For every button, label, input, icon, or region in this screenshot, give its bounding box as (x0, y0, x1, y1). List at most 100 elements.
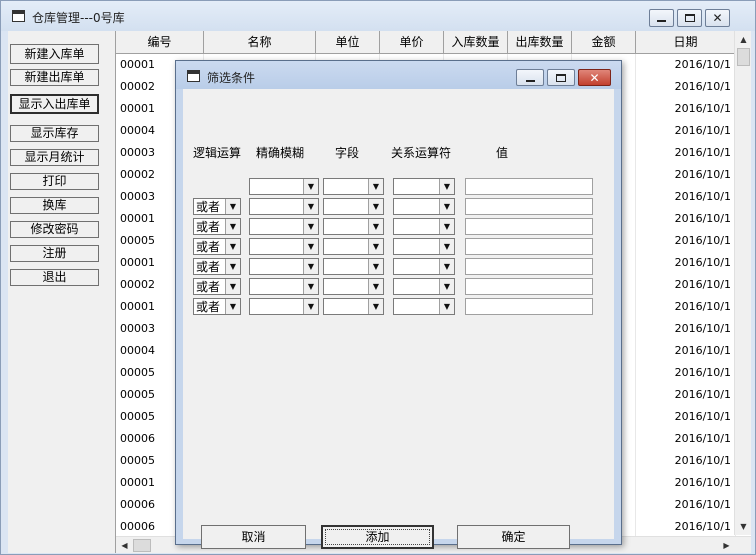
cancel-button[interactable]: 取消 (201, 525, 306, 549)
cell-date[interactable]: 2016/10/1 (636, 340, 736, 362)
cell-date[interactable]: 2016/10/1 (636, 494, 736, 516)
match-mode-select[interactable]: ▼ (249, 258, 319, 275)
chevron-down-icon[interactable]: ▼ (225, 279, 240, 294)
chevron-down-icon[interactable]: ▼ (368, 259, 383, 274)
field-select[interactable]: ▼ (323, 218, 384, 235)
logic-operator-select[interactable]: 或者 ▼ (193, 258, 241, 275)
field-select[interactable]: ▼ (323, 298, 384, 315)
vertical-scrollbar[interactable]: ▲ ▼ (734, 31, 751, 535)
print-button[interactable]: 打印 (10, 173, 99, 190)
value-input[interactable] (465, 178, 593, 195)
horizontal-scroll-thumb[interactable] (133, 539, 151, 552)
chevron-down-icon[interactable]: ▼ (303, 219, 318, 234)
scroll-right-icon[interactable]: ▶ (718, 537, 735, 553)
change-password-button[interactable]: 修改密码 (10, 221, 99, 238)
show-stock-button[interactable]: 显示库存 (10, 125, 99, 142)
value-input[interactable] (465, 238, 593, 255)
chevron-down-icon[interactable]: ▼ (439, 199, 454, 214)
dialog-minimize-button[interactable] (516, 69, 544, 86)
cell-date[interactable]: 2016/10/1 (636, 230, 736, 252)
chevron-down-icon[interactable]: ▼ (225, 219, 240, 234)
logic-operator-select[interactable]: 或者 ▼ (193, 278, 241, 295)
cell-date[interactable]: 2016/10/1 (636, 384, 736, 406)
field-select[interactable]: ▼ (323, 238, 384, 255)
chevron-down-icon[interactable]: ▼ (225, 299, 240, 314)
cell-date[interactable]: 2016/10/1 (636, 318, 736, 340)
match-mode-select[interactable]: ▼ (249, 298, 319, 315)
scroll-up-icon[interactable]: ▲ (735, 31, 751, 48)
chevron-down-icon[interactable]: ▼ (368, 199, 383, 214)
cell-date[interactable]: 2016/10/1 (636, 450, 736, 472)
cell-date[interactable]: 2016/10/1 (636, 208, 736, 230)
logic-operator-select[interactable]: 或者 ▼ (193, 238, 241, 255)
cell-date[interactable]: 2016/10/1 (636, 98, 736, 120)
chevron-down-icon[interactable]: ▼ (368, 179, 383, 194)
chevron-down-icon[interactable]: ▼ (225, 239, 240, 254)
logic-operator-select[interactable]: 或者 ▼ (193, 218, 241, 235)
cell-date[interactable]: 2016/10/1 (636, 120, 736, 142)
cell-date[interactable]: 2016/10/1 (636, 76, 736, 98)
chevron-down-icon[interactable]: ▼ (303, 239, 318, 254)
column-header-in-qty[interactable]: 入库数量 (444, 31, 508, 54)
chevron-down-icon[interactable]: ▼ (225, 199, 240, 214)
register-button[interactable]: 注册 (10, 245, 99, 262)
value-input[interactable] (465, 198, 593, 215)
cell-date[interactable]: 2016/10/1 (636, 142, 736, 164)
monthly-stats-button[interactable]: 显示月统计 (10, 149, 99, 166)
relation-operator-select[interactable]: ▼ (393, 298, 455, 315)
chevron-down-icon[interactable]: ▼ (368, 239, 383, 254)
chevron-down-icon[interactable]: ▼ (439, 239, 454, 254)
vertical-scroll-thumb[interactable] (737, 48, 750, 66)
maximize-button[interactable] (677, 9, 702, 27)
chevron-down-icon[interactable]: ▼ (439, 179, 454, 194)
ok-button[interactable]: 确定 (457, 525, 570, 549)
column-header-date[interactable]: 日期 (636, 31, 736, 54)
logic-operator-select[interactable]: 或者 ▼ (193, 198, 241, 215)
field-select[interactable]: ▼ (323, 278, 384, 295)
dialog-maximize-button[interactable] (547, 69, 575, 86)
chevron-down-icon[interactable]: ▼ (368, 279, 383, 294)
match-mode-select[interactable]: ▼ (249, 218, 319, 235)
chevron-down-icon[interactable]: ▼ (439, 279, 454, 294)
chevron-down-icon[interactable]: ▼ (225, 259, 240, 274)
value-input[interactable] (465, 298, 593, 315)
cell-date[interactable]: 2016/10/1 (636, 296, 736, 318)
scroll-down-icon[interactable]: ▼ (735, 518, 751, 535)
chevron-down-icon[interactable]: ▼ (439, 259, 454, 274)
chevron-down-icon[interactable]: ▼ (303, 199, 318, 214)
scroll-left-icon[interactable]: ◀ (116, 537, 133, 553)
add-button[interactable]: 添加 (321, 525, 434, 549)
chevron-down-icon[interactable]: ▼ (368, 299, 383, 314)
cell-date[interactable]: 2016/10/1 (636, 516, 736, 538)
column-header-amount[interactable]: 金额 (572, 31, 636, 54)
logic-operator-select[interactable]: 或者 ▼ (193, 298, 241, 315)
column-header-price[interactable]: 单价 (380, 31, 444, 54)
dialog-close-button[interactable]: ✕ (578, 69, 611, 86)
value-input[interactable] (465, 258, 593, 275)
cell-date[interactable]: 2016/10/1 (636, 252, 736, 274)
exit-button[interactable]: 退出 (10, 269, 99, 286)
chevron-down-icon[interactable]: ▼ (439, 219, 454, 234)
relation-operator-select[interactable]: ▼ (393, 238, 455, 255)
relation-operator-select[interactable]: ▼ (393, 258, 455, 275)
close-button[interactable]: ✕ (705, 9, 730, 27)
match-mode-select[interactable]: ▼ (249, 198, 319, 215)
field-select[interactable]: ▼ (323, 258, 384, 275)
show-inout-button[interactable]: 显示入出库单 (10, 94, 99, 114)
cell-date[interactable]: 2016/10/1 (636, 274, 736, 296)
chevron-down-icon[interactable]: ▼ (303, 259, 318, 274)
value-input[interactable] (465, 278, 593, 295)
match-mode-select[interactable]: ▼ (249, 238, 319, 255)
cell-date[interactable]: 2016/10/1 (636, 362, 736, 384)
column-header-unit[interactable]: 单位 (316, 31, 380, 54)
relation-operator-select[interactable]: ▼ (393, 178, 455, 195)
relation-operator-select[interactable]: ▼ (393, 198, 455, 215)
chevron-down-icon[interactable]: ▼ (303, 279, 318, 294)
field-select[interactable]: ▼ (323, 198, 384, 215)
minimize-button[interactable] (649, 9, 674, 27)
value-input[interactable] (465, 218, 593, 235)
chevron-down-icon[interactable]: ▼ (439, 299, 454, 314)
column-header-out-qty[interactable]: 出库数量 (508, 31, 572, 54)
chevron-down-icon[interactable]: ▼ (303, 179, 318, 194)
column-header-name[interactable]: 名称 (204, 31, 316, 54)
